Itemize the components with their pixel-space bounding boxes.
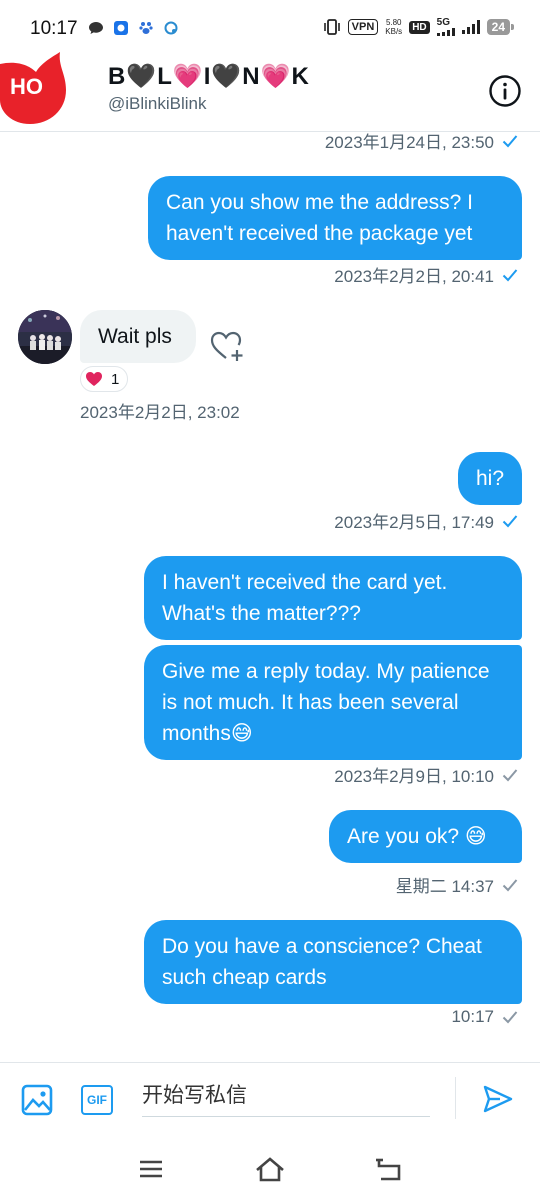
app-notification-icon bbox=[114, 21, 128, 35]
check-icon bbox=[502, 768, 518, 781]
speed-value: 5.80 bbox=[385, 18, 402, 27]
gif-label: GIF bbox=[87, 1093, 107, 1107]
message-timestamp: 2023年2月2日, 20:41 bbox=[334, 262, 518, 287]
message-text: Can you show me the address? I haven't r… bbox=[166, 191, 474, 245]
profile-badge[interactable]: HO bbox=[0, 52, 68, 128]
paw-notification-icon bbox=[139, 22, 153, 34]
timestamp-text: 2023年2月9日, 10:10 bbox=[334, 767, 494, 786]
info-icon[interactable] bbox=[488, 74, 522, 108]
system-indicators: VPN 5.80 KB/s HD 5G 24 bbox=[323, 17, 515, 36]
check-icon bbox=[502, 514, 518, 527]
message-composer: GIF bbox=[0, 1062, 540, 1136]
timestamp-text: 2023年1月24日, 23:50 bbox=[324, 133, 494, 152]
check-icon bbox=[502, 878, 518, 891]
message-timestamp: 2023年1月24日, 23:50 bbox=[325, 128, 518, 153]
cloud-notification-icon bbox=[164, 21, 178, 35]
message-timestamp: 2023年2月2日, 23:02 bbox=[80, 398, 240, 423]
timestamp-text: 10:17 bbox=[451, 1007, 494, 1026]
avatar-photo bbox=[18, 310, 72, 364]
status-time: 10:17 bbox=[30, 18, 78, 39]
network-speed: 5.80 KB/s bbox=[385, 18, 402, 36]
message-text: Wait pls bbox=[98, 325, 172, 348]
timestamp-text: 2023年2月2日, 20:41 bbox=[334, 267, 494, 286]
chat-notification-icon bbox=[89, 22, 103, 34]
conversation-name[interactable]: B🖤L💗I🖤N💗K bbox=[108, 62, 310, 91]
add-reaction-icon[interactable] bbox=[210, 330, 246, 364]
reaction-count: 1 bbox=[111, 370, 120, 388]
signal-strength-icon bbox=[461, 20, 480, 34]
sent-message-bubble[interactable]: I haven't received the card yet. What's … bbox=[144, 556, 522, 640]
message-timestamp: 星期二 14:37 bbox=[396, 872, 518, 897]
timestamp-text: 2023年2月2日, 23:02 bbox=[80, 403, 240, 422]
notification-icons bbox=[88, 20, 179, 36]
conversation-header: HO B🖤L💗I🖤N💗K @iBlinkiBlink bbox=[0, 52, 540, 132]
reaction-chip[interactable]: 1 bbox=[80, 366, 129, 392]
message-text: Are you ok? 😅 bbox=[347, 825, 487, 848]
speed-unit: KB/s bbox=[385, 27, 403, 36]
hd-badge: HD bbox=[409, 20, 430, 34]
menu-icon[interactable] bbox=[135, 1154, 167, 1184]
check-icon bbox=[502, 268, 518, 281]
timestamp-text: 星期二 14:37 bbox=[395, 877, 494, 896]
timestamp-text: 2023年2月5日, 17:49 bbox=[334, 513, 494, 532]
sent-message-bubble[interactable]: Are you ok? 😅 bbox=[329, 810, 522, 863]
signal-bars-icon bbox=[436, 28, 455, 36]
heart-icon bbox=[86, 372, 102, 386]
vibrate-icon bbox=[323, 19, 340, 35]
sent-message-bubble[interactable]: hi? bbox=[458, 452, 522, 505]
message-text: I haven't received the card yet. What's … bbox=[162, 571, 448, 625]
sent-message-bubble[interactable]: Do you have a conscience? Cheat such che… bbox=[144, 920, 522, 1004]
check-icon bbox=[502, 1011, 518, 1024]
conversation-handle[interactable]: @iBlinkiBlink bbox=[108, 94, 207, 114]
send-icon[interactable] bbox=[482, 1083, 514, 1115]
image-icon[interactable] bbox=[20, 1083, 54, 1117]
received-message-bubble[interactable]: Wait pls bbox=[80, 310, 196, 363]
message-input[interactable] bbox=[142, 1075, 430, 1117]
cell-signal: 5G bbox=[436, 17, 455, 36]
message-text: hi? bbox=[476, 467, 505, 490]
sent-message-bubble[interactable]: Can you show me the address? I haven't r… bbox=[148, 176, 522, 260]
system-nav-bar bbox=[0, 1140, 540, 1200]
battery-indicator: 24 bbox=[486, 19, 515, 35]
back-icon[interactable] bbox=[373, 1154, 405, 1184]
sent-message-bubble[interactable]: Give me a reply today. My patience is no… bbox=[144, 645, 522, 760]
badge-text: HO bbox=[10, 74, 43, 99]
message-timestamp: 2023年2月5日, 17:49 bbox=[334, 508, 518, 533]
message-timestamp: 2023年2月9日, 10:10 bbox=[334, 762, 518, 787]
status-bar: 10:17 VPN 5.80 KB/s HD 5G 24 bbox=[0, 0, 540, 58]
composer-divider bbox=[455, 1077, 456, 1119]
home-icon[interactable] bbox=[254, 1154, 286, 1184]
gif-button[interactable]: GIF bbox=[81, 1085, 113, 1115]
message-text: Give me a reply today. My patience is no… bbox=[162, 660, 490, 745]
check-icon bbox=[502, 134, 518, 147]
vpn-badge: VPN bbox=[347, 19, 379, 35]
message-timestamp: 10:17 bbox=[451, 1007, 518, 1027]
network-type: 5G bbox=[436, 17, 450, 28]
sender-avatar[interactable] bbox=[18, 310, 72, 364]
message-text: Do you have a conscience? Cheat such che… bbox=[162, 935, 482, 989]
